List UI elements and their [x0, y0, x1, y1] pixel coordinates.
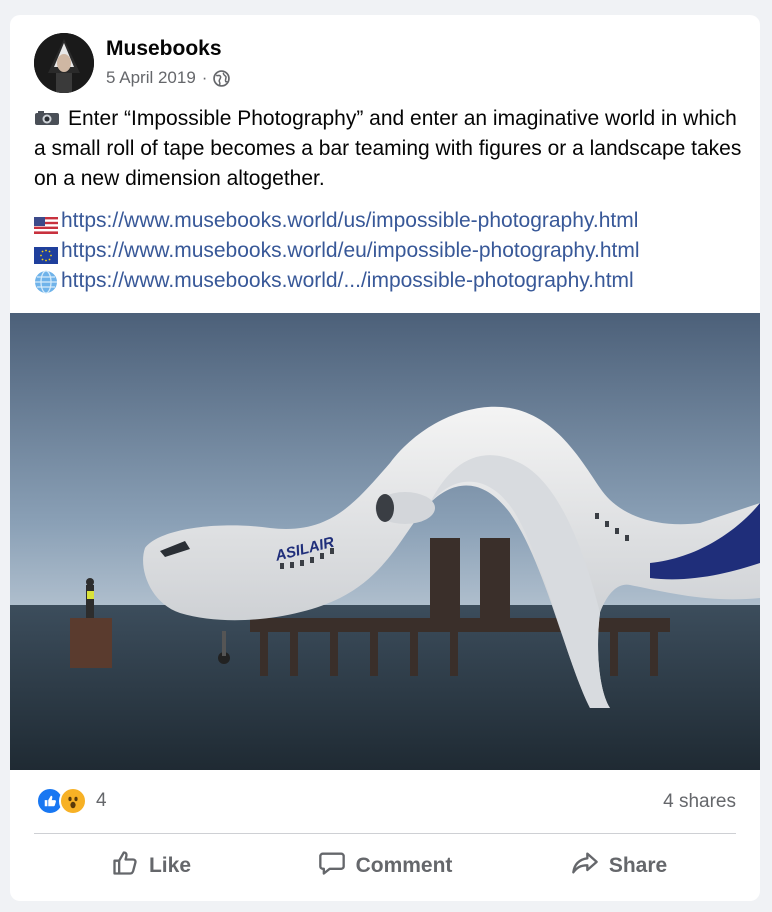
- avatar[interactable]: [34, 33, 94, 93]
- reaction-count: 4: [96, 790, 107, 811]
- like-label: Like: [148, 854, 192, 877]
- post-body-text: Enter “Impossible Photography” and enter…: [34, 107, 742, 190]
- comment-icon: [318, 849, 346, 883]
- camera-icon: [34, 105, 60, 125]
- post-meta: 5 April 2019 ·: [106, 68, 231, 88]
- link-item-us: https://www.musebooks.world/us/impossibl…: [34, 206, 640, 236]
- us-flag-icon: [34, 213, 58, 234]
- share-count[interactable]: 4 shares: [663, 791, 736, 813]
- post-text: Enter “Impossible Photography” and enter…: [34, 104, 742, 194]
- link-list: https://www.musebooks.world/us/impossibl…: [34, 206, 640, 296]
- eu-flag-icon: [34, 243, 58, 264]
- post-card: Musebooks 5 April 2019 · Enter “Impossib…: [10, 15, 760, 901]
- share-label: Share: [608, 854, 668, 877]
- share-arrow-icon: [571, 849, 599, 883]
- link-us[interactable]: https://www.musebooks.world/us/impossibl…: [61, 206, 638, 236]
- post-date[interactable]: 5 April 2019: [106, 68, 196, 88]
- globe-icon: [213, 69, 231, 87]
- thumbs-up-icon: [111, 849, 139, 883]
- wow-reaction-icon: [59, 787, 87, 815]
- author-name[interactable]: Musebooks: [106, 37, 222, 61]
- globe-icon: [34, 269, 58, 294]
- post-photo[interactable]: ASILAIR: [10, 313, 760, 770]
- link-item-eu: https://www.musebooks.world/eu/impossibl…: [34, 236, 640, 266]
- reaction-summary[interactable]: 4: [36, 787, 107, 815]
- link-eu[interactable]: https://www.musebooks.world/eu/impossibl…: [61, 236, 640, 266]
- share-button[interactable]: Share: [502, 841, 736, 891]
- action-bar: Like Comment Share: [34, 841, 736, 891]
- comment-button[interactable]: Comment: [268, 841, 502, 891]
- divider: [34, 833, 736, 834]
- comment-label: Comment: [355, 854, 453, 877]
- link-item-global: https://www.musebooks.world/.../impossib…: [34, 266, 640, 296]
- like-button[interactable]: Like: [34, 841, 268, 891]
- meta-separator: ·: [201, 68, 208, 87]
- link-global[interactable]: https://www.musebooks.world/.../impossib…: [61, 266, 634, 296]
